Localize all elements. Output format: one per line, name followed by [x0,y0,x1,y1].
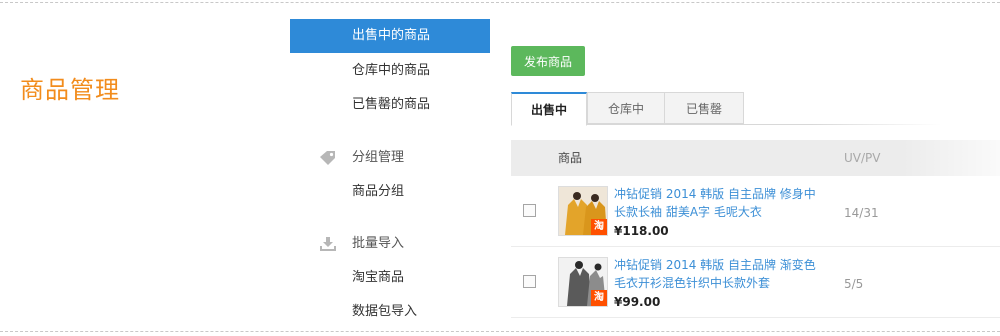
column-header-uvpv[interactable]: UV/PV [844,140,880,176]
sidebar-item-taobao-products[interactable]: 淘宝商品 [290,261,490,295]
sidebar-item-label: 数据包导入 [352,304,418,319]
import-icon [318,227,338,261]
sidebar-item-sold-out[interactable]: 已售罄的商品 [290,88,490,122]
sidebar-item-label: 仓库中的商品 [352,63,431,78]
sidebar-item-label: 出售中的商品 [352,28,431,43]
sidebar-item-in-warehouse[interactable]: 仓库中的商品 [290,54,490,88]
tab-on-sale[interactable]: 出售中 [511,92,587,126]
bottom-divider [0,331,1000,332]
table-header: 商品 UV/PV [511,140,1000,176]
table-row: 淘 冲钻促销 2014 韩版 自主品牌 修身中长款长袖 甜美A字 毛呢大衣 ¥1… [511,176,1000,247]
product-price: ¥99.00 [614,295,661,309]
sidebar-item-product-groups[interactable]: 商品分组 [290,175,490,209]
column-header-product: 商品 [558,151,583,165]
page-title: 商品管理 [20,76,120,104]
taobao-badge: 淘 [591,290,607,306]
product-title-link[interactable]: 冲钻促销 2014 韩版 自主品牌 修身中长款长袖 甜美A字 毛呢大衣 [614,185,824,221]
sidebar-group-grouping: 分组管理 [290,141,490,175]
publish-product-button[interactable]: 发布商品 [511,46,585,76]
sidebar: 出售中的商品 仓库中的商品 已售罄的商品 分组管理 商品分组 批量导入 淘宝商品… [290,19,490,331]
top-divider [0,2,1000,3]
sidebar-item-on-sale[interactable]: 出售中的商品 [290,19,490,53]
product-uvpv: 14/31 [844,206,879,220]
tab-in-warehouse[interactable]: 仓库中 [587,92,665,124]
row-checkbox[interactable] [523,275,536,288]
taobao-badge: 淘 [591,219,607,235]
tag-icon [318,141,338,175]
sidebar-item-data-package-import[interactable]: 数据包导入 [290,295,490,329]
product-price: ¥118.00 [614,224,669,238]
product-title-link[interactable]: 冲钻促销 2014 韩版 自主品牌 渐变色毛衣开衫混色针织中长款外套 [614,256,824,292]
product-thumbnail[interactable]: 淘 [558,257,608,307]
product-table: 商品 UV/PV 淘 冲钻促销 2014 韩版 自主品牌 修身中长款长袖 甜美A… [511,140,1000,331]
table-row: 淘 冲钻促销 2014 韩版 自主品牌 渐变色毛衣开衫混色针织中长款外套 ¥99… [511,247,1000,318]
sidebar-group-batch-import: 批量导入 [290,227,490,261]
product-thumbnail[interactable]: 淘 [558,186,608,236]
sidebar-group-label: 批量导入 [352,236,405,251]
row-checkbox[interactable] [523,204,536,217]
status-tabs: 出售中 仓库中 已售罄 [511,92,1000,126]
sidebar-group-label: 分组管理 [352,150,405,165]
product-uvpv: 5/5 [844,277,864,291]
sidebar-item-label: 已售罄的商品 [352,97,431,112]
tab-sold-out[interactable]: 已售罄 [664,92,744,124]
sidebar-item-label: 淘宝商品 [352,270,405,285]
sidebar-item-label: 商品分组 [352,184,405,199]
